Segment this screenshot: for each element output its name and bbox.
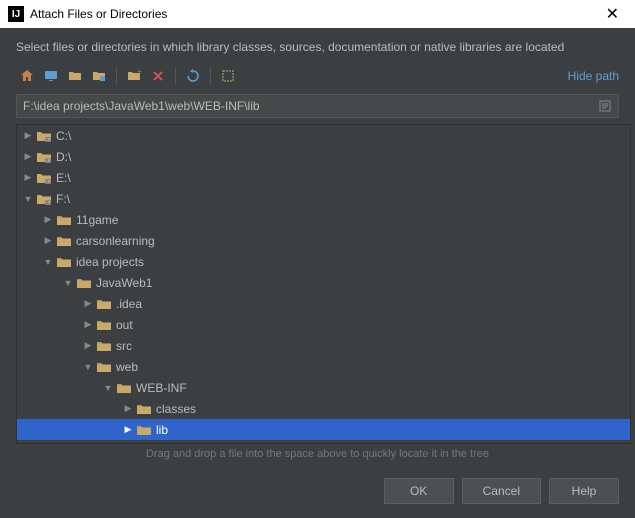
folder-icon [96, 360, 112, 374]
folder-icon [116, 381, 132, 395]
path-input[interactable]: F:\idea projects\JavaWeb1\web\WEB-INF\li… [16, 94, 619, 118]
chevron-right-icon[interactable]: ▶ [121, 403, 135, 414]
chevron-right-icon[interactable]: ▶ [41, 214, 55, 225]
folder-icon [136, 423, 152, 437]
toolbar: + Hide path [0, 62, 635, 94]
svg-text:+: + [137, 68, 142, 76]
chevron-down-icon[interactable]: ▼ [41, 257, 55, 267]
chevron-down-icon[interactable]: ▼ [81, 362, 95, 372]
tree-row[interactable]: ▼ web [17, 356, 630, 377]
tree-row[interactable]: ▶ D:\ [17, 146, 630, 167]
tree-container: ▶C:\▶D:\▶E:\▼F:\▶11game▶carsonlearning▼i… [16, 124, 631, 444]
tree-label: F:\ [56, 192, 70, 206]
hide-path-link[interactable]: Hide path [568, 69, 619, 83]
home-icon[interactable] [16, 66, 38, 86]
tree-label: .idea [116, 297, 142, 311]
tree-row[interactable]: ▶ src [17, 335, 630, 356]
hint-text: Drag and drop a file into the space abov… [0, 444, 635, 468]
help-button[interactable]: Help [549, 478, 619, 504]
folder-icon [96, 339, 112, 353]
chevron-right-icon[interactable]: ▶ [81, 298, 95, 309]
description-text: Select files or directories in which lib… [0, 28, 635, 62]
file-tree[interactable]: ▶C:\▶D:\▶E:\▼F:\▶11game▶carsonlearning▼i… [17, 125, 630, 443]
tree-label: E:\ [56, 171, 71, 185]
chevron-right-icon[interactable]: ▶ [81, 340, 95, 351]
folder-icon [56, 234, 72, 248]
tree-label: idea projects [76, 255, 144, 269]
tree-label: classes [156, 402, 196, 416]
tree-label: out [116, 318, 133, 332]
chevron-right-icon[interactable]: ▶ [81, 319, 95, 330]
tree-row[interactable]: ▼ JavaWeb1 [17, 272, 630, 293]
desktop-icon[interactable] [40, 66, 62, 86]
module-icon[interactable] [88, 66, 110, 86]
tree-label: WEB-INF [136, 381, 187, 395]
tree-row[interactable]: ▶ .idea [17, 293, 630, 314]
tree-label: JavaWeb1 [96, 276, 152, 290]
folder-icon [76, 276, 92, 290]
tree-row[interactable]: ▶ lib [17, 419, 630, 440]
tree-row[interactable]: ▶ carsonlearning [17, 230, 630, 251]
tree-label: D:\ [56, 150, 71, 164]
path-value: F:\idea projects\JavaWeb1\web\WEB-INF\li… [23, 99, 598, 113]
folder-icon [96, 318, 112, 332]
chevron-right-icon[interactable]: ▶ [21, 151, 35, 162]
folder-icon [56, 213, 72, 227]
tree-row[interactable]: ▼ idea projects [17, 251, 630, 272]
tree-row[interactable]: ▼ F:\ [17, 188, 630, 209]
toolbar-separator [116, 68, 117, 84]
drive-icon [36, 171, 52, 185]
folder-icon [96, 297, 112, 311]
tree-row[interactable]: ▶intellij idea 15.0.3 ( Community ) [17, 440, 630, 443]
chevron-down-icon[interactable]: ▼ [61, 278, 75, 288]
chevron-down-icon[interactable]: ▼ [21, 194, 35, 204]
app-icon: IJ [8, 6, 24, 22]
cancel-button[interactable]: Cancel [462, 478, 541, 504]
tree-row[interactable]: ▶ classes [17, 398, 630, 419]
tree-row[interactable]: ▼ WEB-INF [17, 377, 630, 398]
folder-icon [56, 255, 72, 269]
chevron-right-icon[interactable]: ▶ [41, 235, 55, 246]
refresh-icon[interactable] [182, 66, 204, 86]
delete-icon[interactable] [147, 66, 169, 86]
chevron-right-icon[interactable]: ▶ [121, 424, 135, 435]
ok-button[interactable]: OK [384, 478, 454, 504]
tree-row[interactable]: ▶ 11game [17, 209, 630, 230]
chevron-down-icon[interactable]: ▼ [101, 383, 115, 393]
project-icon[interactable] [64, 66, 86, 86]
toolbar-separator [175, 68, 176, 84]
button-bar: OK Cancel Help [0, 468, 635, 518]
show-hidden-icon[interactable] [217, 66, 239, 86]
close-icon[interactable]: ✕ [598, 4, 627, 24]
drive-icon [36, 150, 52, 164]
drive-icon [36, 192, 52, 206]
drive-icon [36, 129, 52, 143]
toolbar-separator [210, 68, 211, 84]
chevron-right-icon[interactable]: ▶ [21, 130, 35, 141]
tree-row[interactable]: ▶ out [17, 314, 630, 335]
window-title: Attach Files or Directories [30, 7, 167, 21]
titlebar: IJ Attach Files or Directories ✕ [0, 0, 635, 28]
tree-row[interactable]: ▶ C:\ [17, 125, 630, 146]
tree-label: 11game [76, 213, 118, 227]
tree-row[interactable]: ▶ E:\ [17, 167, 630, 188]
tree-label: src [116, 339, 132, 353]
folder-icon [136, 402, 152, 416]
tree-label: C:\ [56, 129, 71, 143]
history-icon[interactable] [598, 99, 612, 113]
new-folder-icon[interactable]: + [123, 66, 145, 86]
tree-label: web [116, 360, 138, 374]
chevron-right-icon[interactable]: ▶ [21, 172, 35, 183]
tree-label: lib [156, 423, 168, 437]
tree-label: carsonlearning [76, 234, 155, 248]
